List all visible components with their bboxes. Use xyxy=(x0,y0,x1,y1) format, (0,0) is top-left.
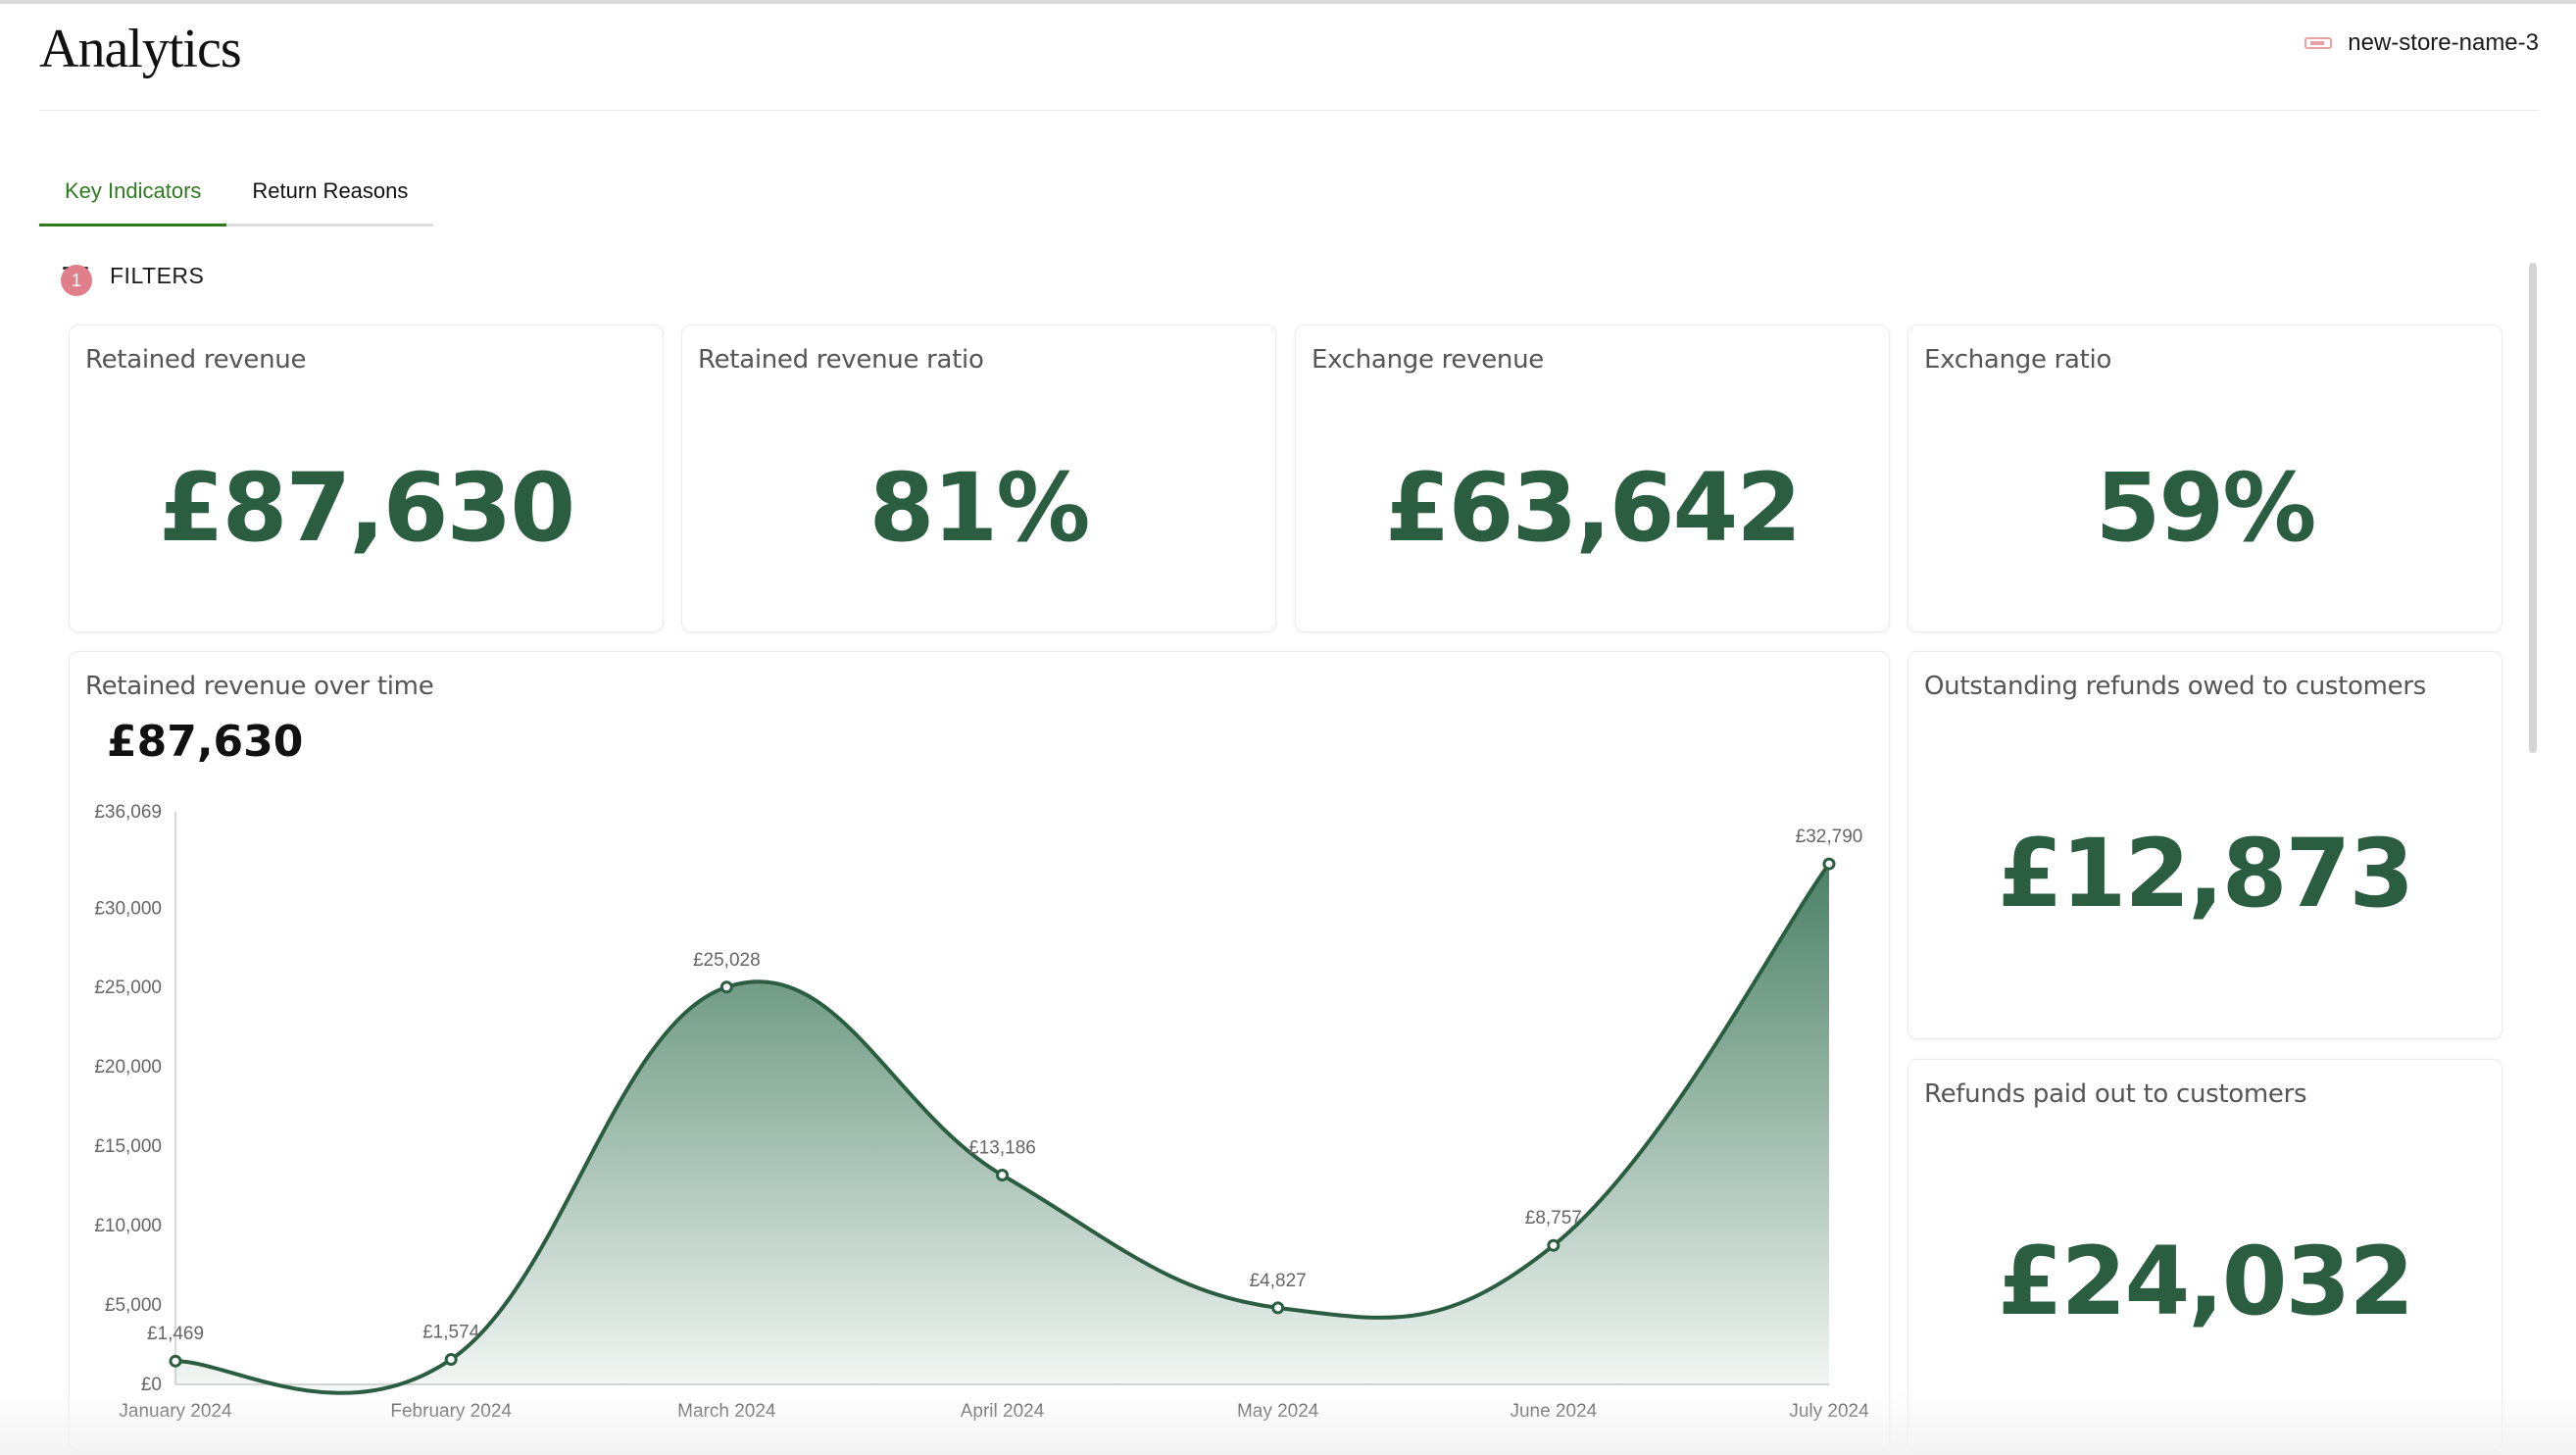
card-title: Exchange revenue xyxy=(1312,345,1544,375)
card-value: £24,032 xyxy=(1997,1227,2414,1336)
card-value: 81% xyxy=(868,453,1091,563)
data-label: £8,757 xyxy=(1525,1208,1582,1229)
y-tick-label: £25,000 xyxy=(94,978,162,998)
data-point[interactable] xyxy=(996,1169,1009,1182)
tab-key-indicators[interactable]: Key Indicators xyxy=(39,167,227,226)
store-name: new-store-name-3 xyxy=(2348,29,2539,56)
x-tick-label: May 2024 xyxy=(1237,1401,1319,1422)
tab-bar: Key Indicators Return Reasons xyxy=(39,167,434,226)
data-point[interactable] xyxy=(1547,1238,1560,1252)
header-divider xyxy=(39,110,2539,111)
retained-revenue-ratio-card: Retained revenue ratio 81% xyxy=(681,325,1276,632)
y-tick-label: £15,000 xyxy=(94,1136,162,1157)
card-title: Retained revenue xyxy=(85,345,307,375)
x-tick-label: March 2024 xyxy=(677,1401,776,1422)
card-title: Retained revenue ratio xyxy=(698,345,984,375)
store-logo-icon xyxy=(2304,37,2333,49)
card-value: £12,873 xyxy=(1997,819,2414,928)
data-point[interactable] xyxy=(719,980,733,994)
area-fill xyxy=(175,864,1829,1393)
retained-revenue-chart: £0 £5,000 £10,000 £15,000 £20,000 £25,000 £30,… xyxy=(94,802,1869,1422)
top-border xyxy=(0,0,2576,4)
y-tick-label: £0 xyxy=(141,1375,162,1395)
store-selector[interactable]: new-store-name-3 xyxy=(2304,29,2539,57)
filter-count-badge: 1 xyxy=(61,265,92,296)
x-tick-label: April 2024 xyxy=(961,1401,1045,1422)
data-label: £32,790 xyxy=(1796,827,1863,847)
retained-revenue-card: Retained revenue £87,630 xyxy=(69,325,664,632)
data-label: £4,827 xyxy=(1250,1271,1307,1291)
card-title: Refunds paid out to customers xyxy=(1924,1079,2307,1109)
y-tick-label: £30,000 xyxy=(94,898,162,919)
card-value: £87,630 xyxy=(158,453,575,563)
x-tick-label: July 2024 xyxy=(1789,1401,1869,1422)
outstanding-refunds-card: Outstanding refunds owed to customers £1… xyxy=(1907,651,2502,1039)
y-tick-label: £36,069 xyxy=(94,802,162,823)
data-point[interactable] xyxy=(444,1353,458,1367)
refunds-paid-card: Refunds paid out to customers £24,032 xyxy=(1907,1059,2502,1451)
exchange-ratio-card: Exchange ratio 59% xyxy=(1907,325,2502,632)
retained-revenue-chart-card: Retained revenue over time £87,630 £0 £5,… xyxy=(69,651,1890,1451)
data-point[interactable] xyxy=(169,1354,182,1368)
data-label: £25,028 xyxy=(693,950,761,971)
data-label: £1,574 xyxy=(422,1323,480,1343)
exchange-revenue-card: Exchange revenue £63,642 xyxy=(1295,325,1890,632)
tab-return-reasons[interactable]: Return Reasons xyxy=(226,167,433,224)
page-title: Analytics xyxy=(39,19,242,79)
y-tick-label: £5,000 xyxy=(105,1295,162,1316)
card-value: 59% xyxy=(2095,453,2317,563)
data-label: £1,469 xyxy=(147,1324,204,1344)
y-tick-label: £10,000 xyxy=(94,1216,162,1236)
data-point[interactable] xyxy=(1822,857,1836,871)
data-label: £13,186 xyxy=(968,1138,1036,1159)
y-tick-label: £20,000 xyxy=(94,1057,162,1078)
scrollbar[interactable] xyxy=(2529,263,2537,753)
x-tick-label: February 2024 xyxy=(390,1401,512,1422)
card-title: Outstanding refunds owed to customers xyxy=(1924,672,2426,701)
card-title: Exchange ratio xyxy=(1924,345,2112,375)
x-tick-label: January 2024 xyxy=(119,1401,232,1422)
filters-label: FILTERS xyxy=(110,263,205,288)
x-tick-label: June 2024 xyxy=(1510,1401,1597,1422)
card-value: £63,642 xyxy=(1384,453,1802,563)
data-point[interactable] xyxy=(1271,1301,1285,1315)
